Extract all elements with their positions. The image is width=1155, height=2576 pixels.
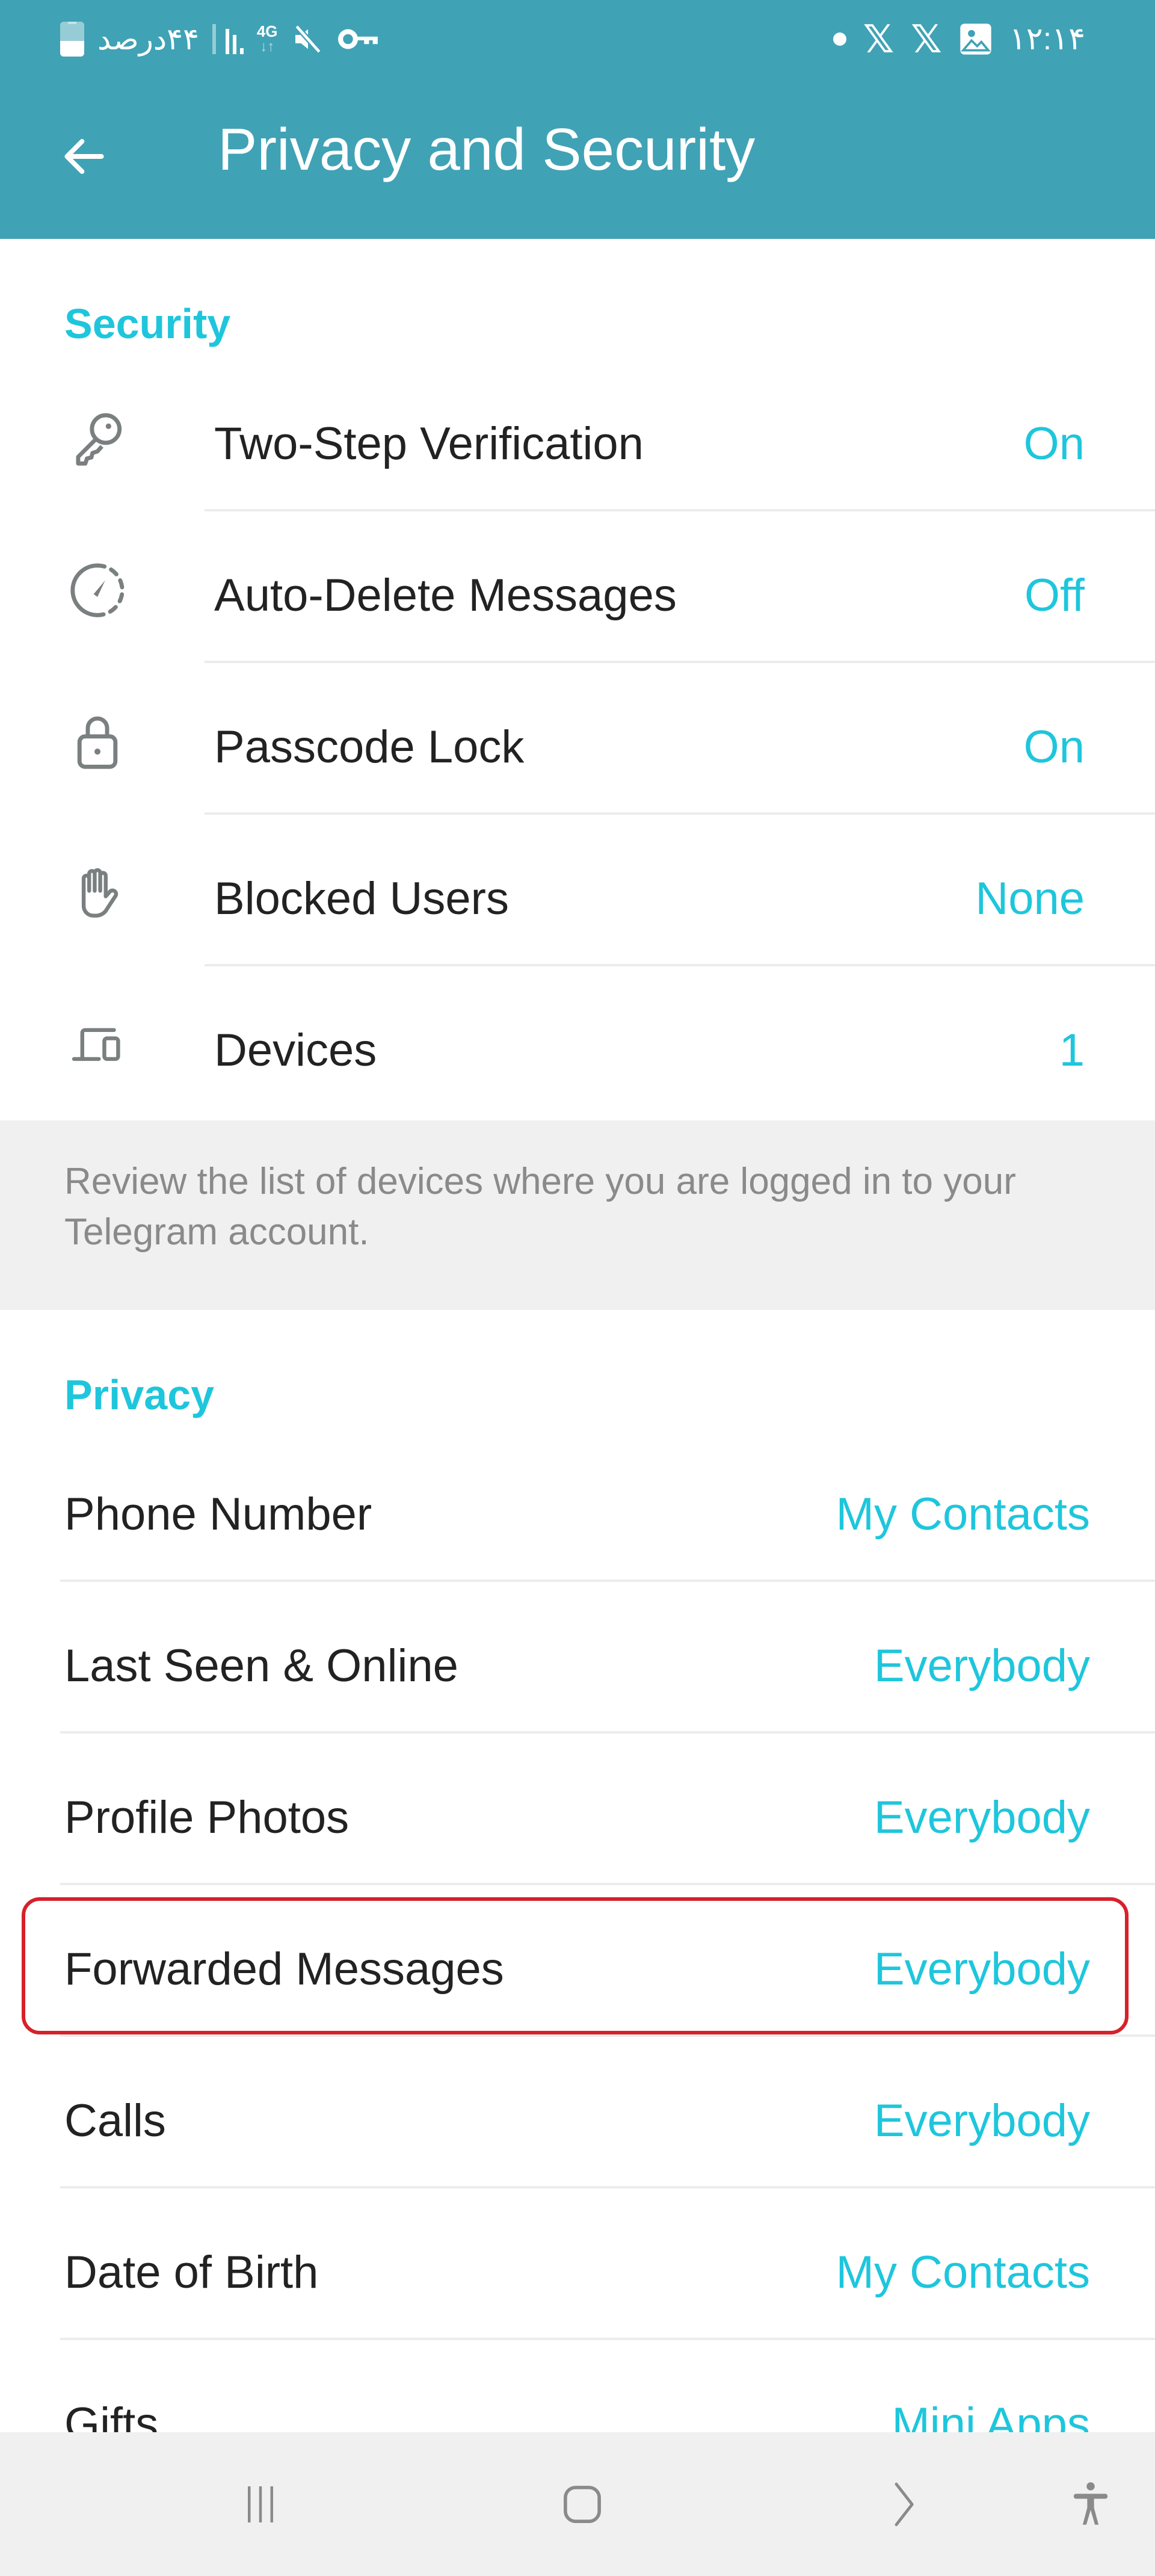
back-chevron-icon: [895, 2482, 914, 2527]
page-title: Privacy and Security: [218, 116, 756, 182]
devices-info-box: Review the list of devices where you are…: [0, 1120, 1155, 1310]
row-auto-delete-messages[interactable]: Auto-Delete Messages Off: [0, 511, 1155, 663]
row-devices[interactable]: Devices 1: [0, 966, 1155, 1120]
row-forwarded-messages[interactable]: Forwarded Messages Everybody: [0, 1885, 1155, 2037]
row-value: On: [1023, 721, 1085, 773]
row-label: Profile Photos: [64, 1792, 350, 1843]
row-label: Forwarded Messages: [64, 1944, 504, 1995]
row-label: Last Seen & Online: [64, 1640, 458, 1691]
row-value: Everybody: [873, 1640, 1090, 1691]
row-value: My Contacts: [836, 1489, 1090, 1540]
status-right: 𝕏 𝕏 ۱۲:۱۴: [833, 18, 1085, 60]
accessibility-button[interactable]: [1043, 2456, 1139, 2553]
mute-icon: [294, 24, 321, 54]
arrow-left-icon: [64, 138, 104, 175]
row-blocked-users[interactable]: Blocked Users None: [0, 815, 1155, 966]
devices-info-text: Review the list of devices where you are…: [64, 1161, 1016, 1253]
x-app-icon: 𝕏: [911, 17, 942, 61]
row-label: Date of Birth: [64, 2247, 319, 2298]
notification-dot-icon: [833, 32, 846, 46]
back-nav-button[interactable]: [857, 2456, 953, 2553]
back-button[interactable]: [48, 120, 120, 193]
row-value: Off: [1024, 570, 1085, 621]
recent-apps-button[interactable]: [212, 2456, 309, 2553]
row-last-seen-online[interactable]: Last Seen & Online Everybody: [0, 1582, 1155, 1734]
row-value: 1: [1059, 1025, 1085, 1076]
vpn-key-icon: [337, 29, 378, 49]
row-two-step-verification[interactable]: Two-Step Verification On: [0, 360, 1155, 511]
row-calls[interactable]: Calls Everybody: [0, 2037, 1155, 2188]
network-4g-icon: 4G ↓↑: [256, 22, 278, 55]
signal-icon: [212, 24, 244, 54]
row-label: Two-Step Verification: [214, 418, 644, 469]
gallery-icon: [960, 23, 991, 55]
row-label: Devices: [214, 1025, 377, 1076]
hand-block-icon: [81, 868, 119, 918]
home-button[interactable]: [534, 2456, 630, 2553]
row-label: Calls: [64, 2095, 166, 2146]
app-bar: ۴۴درصد 4G ↓↑ �: [0, 0, 1155, 239]
key-icon: [76, 413, 122, 466]
row-passcode-lock[interactable]: Passcode Lock On: [0, 663, 1155, 815]
status-left: ۴۴درصد 4G ↓↑: [60, 18, 380, 60]
row-value: Everybody: [873, 1792, 1090, 1843]
row-label: Auto-Delete Messages: [214, 570, 677, 621]
row-profile-photos[interactable]: Profile Photos Everybody: [0, 1734, 1155, 1885]
row-label: Phone Number: [64, 1489, 372, 1540]
section-header-privacy: Privacy: [64, 1371, 215, 1418]
lock-icon: [77, 716, 118, 769]
row-value: On: [1023, 418, 1085, 469]
battery-icon: [60, 22, 84, 57]
home-icon: [564, 2486, 601, 2523]
section-header-security: Security: [64, 300, 231, 347]
row-value: My Contacts: [836, 2247, 1090, 2298]
system-nav-bar: [0, 2432, 1155, 2576]
devices-icon: [72, 1028, 120, 1061]
row-value: None: [975, 873, 1085, 924]
clock: ۱۲:۱۴: [1009, 22, 1085, 57]
row-label: Passcode Lock: [214, 721, 525, 773]
auto-delete-timer-icon: [70, 563, 125, 617]
row-value: Everybody: [873, 2095, 1090, 2146]
status-bar: ۴۴درصد 4G ↓↑ �: [0, 0, 1155, 78]
row-date-of-birth[interactable]: Date of Birth My Contacts: [0, 2188, 1155, 2340]
battery-fill: [60, 41, 84, 57]
recent-apps-icon: [248, 2486, 273, 2522]
row-value: Everybody: [873, 1944, 1090, 1995]
network-type: 4G: [256, 22, 278, 40]
battery-text: ۴۴درصد: [97, 22, 199, 56]
x-app-icon: 𝕏: [863, 17, 895, 61]
accessibility-icon: [1073, 2482, 1108, 2525]
row-label: Blocked Users: [214, 873, 509, 924]
row-phone-number[interactable]: Phone Number My Contacts: [0, 1430, 1155, 1582]
